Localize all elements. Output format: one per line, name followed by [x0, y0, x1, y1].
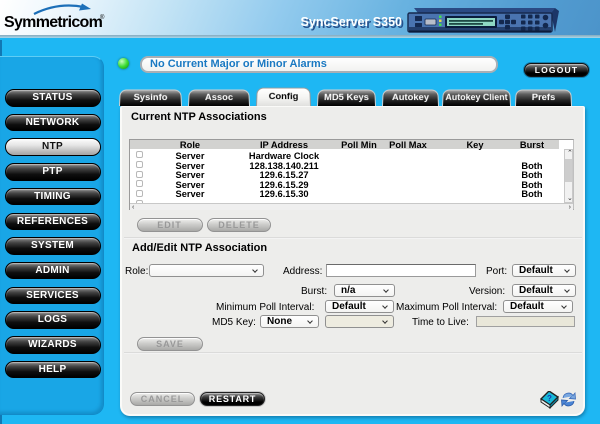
svg-text:Symmetricom: Symmetricom: [4, 14, 103, 31]
svg-text:®: ®: [100, 14, 105, 21]
svg-text:?: ?: [547, 394, 552, 403]
